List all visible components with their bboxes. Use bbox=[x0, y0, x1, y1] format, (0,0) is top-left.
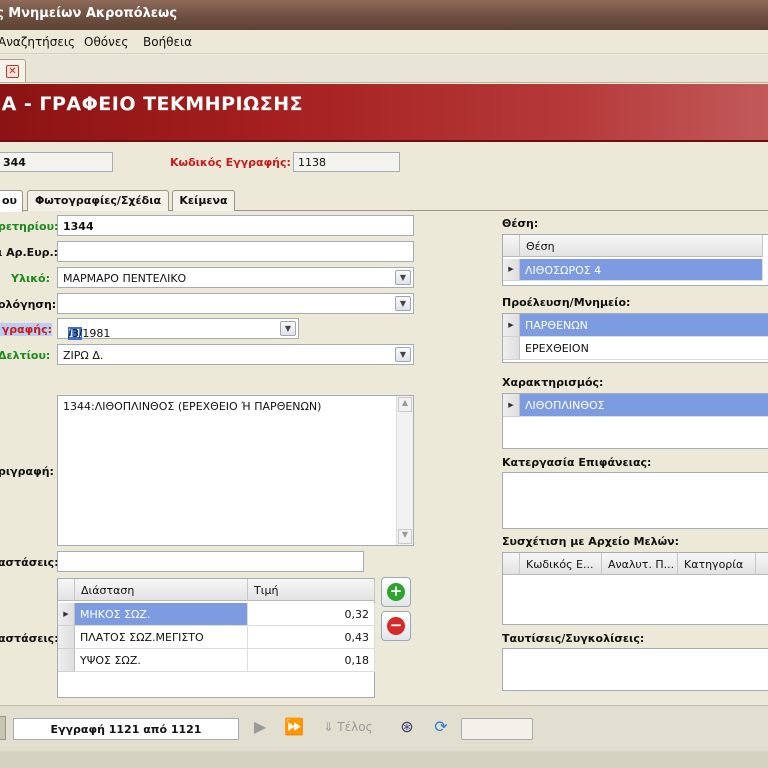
table-cell-value[interactable]: 0,43 bbox=[248, 626, 375, 649]
next-icon[interactable]: ▶ bbox=[247, 716, 273, 740]
column-header-position[interactable]: Θέση bbox=[520, 235, 763, 257]
arrow-down-icon: ⇓ bbox=[323, 720, 334, 734]
description-scrollbar[interactable]: ▲ ▼ bbox=[396, 396, 413, 545]
table-row[interactable]: ΥΨΟΣ ΣΩΖ. bbox=[75, 649, 248, 672]
calendar-dropdown-icon[interactable]: ▼ bbox=[280, 321, 296, 336]
list-item[interactable]: ΕΡΕΧΘΕΙΟΝ bbox=[520, 337, 768, 360]
grid-corner bbox=[503, 235, 520, 257]
surface-label: Κατεργασία Επιφάνειας: bbox=[502, 456, 652, 469]
character-label: Χαρακτηρισμός: bbox=[502, 376, 604, 389]
tab-general[interactable]: ου bbox=[0, 190, 23, 212]
previous-button[interactable] bbox=[0, 716, 6, 740]
archive-grid[interactable]: Κωδικός Ε... Αναλυτ. Π... Κατηγορία bbox=[502, 552, 768, 625]
grid-corner bbox=[58, 579, 75, 601]
origin-label: Προέλευση/Μνημείο: bbox=[502, 296, 631, 309]
card-author-label: Δελτίου: bbox=[0, 349, 51, 362]
binoculars-icon[interactable]: ⊛ bbox=[394, 716, 420, 740]
registry-label: ρετηρίου: bbox=[0, 220, 59, 233]
status-field bbox=[461, 718, 533, 740]
material-select[interactable]: ΜΑΡΜΑΡΟ ΠΕΝΤΕΛΙΚΟ ▼ bbox=[57, 267, 414, 288]
scroll-down-icon[interactable]: ▼ bbox=[398, 529, 412, 544]
position-grid[interactable]: Θέση ▶ ΛΙΘΟΣΩΡΟΣ 4 bbox=[502, 234, 768, 286]
record-counter: Εγγραφή 1121 από 1121 bbox=[13, 718, 239, 740]
remove-dimension-button[interactable]: − bbox=[381, 611, 411, 641]
row-indicator[interactable] bbox=[503, 337, 520, 360]
position-label: Θέση: bbox=[502, 217, 539, 230]
record-number-field[interactable]: 344 bbox=[0, 152, 113, 172]
menu-search[interactable]: Αναζητήσεις bbox=[0, 35, 75, 49]
identifications-label: Ταυτίσεις/Συγκολίσεις: bbox=[502, 632, 645, 645]
dimensions-grid[interactable]: Διάσταση Τιμή ▶ ΜΗΚΟΣ ΣΩΖ. 0,32 ΠΛΑΤΟΣ Σ… bbox=[57, 578, 375, 698]
dating-label: ολόγηση: bbox=[0, 298, 57, 311]
other-number-input[interactable] bbox=[57, 241, 414, 262]
row-indicator[interactable] bbox=[58, 649, 75, 672]
record-code-label: Κωδικός Εγγραφής: bbox=[170, 156, 291, 169]
column-header-dimension[interactable]: Διάσταση bbox=[75, 579, 248, 601]
grid-corner bbox=[503, 553, 520, 575]
add-dimension-button[interactable]: + bbox=[381, 577, 411, 607]
close-icon[interactable]: ✕ bbox=[6, 65, 19, 78]
registration-date-picker[interactable]: 11/3/1981 ▼ bbox=[57, 318, 299, 340]
menu-help[interactable]: Βοήθεια bbox=[143, 35, 192, 49]
description-label: ριγραφή: bbox=[0, 465, 54, 478]
dimensions-text-label: αστάσεις: bbox=[0, 556, 59, 569]
table-row[interactable]: ΛΙΘΟΣΩΡΟΣ 4 bbox=[520, 259, 763, 281]
tab-photos-drawings[interactable]: Φωτογραφίες/Σχέδια bbox=[27, 190, 169, 211]
surface-list[interactable] bbox=[502, 472, 768, 529]
origin-list[interactable]: ▶ ΠΑΡΘΕΝΩΝ ΕΡΕΧΘΕΙΟΝ bbox=[502, 313, 768, 363]
chevron-down-icon[interactable]: ▼ bbox=[395, 347, 411, 362]
dating-select[interactable]: ▼ bbox=[57, 293, 414, 314]
current-row-icon[interactable]: ▶ bbox=[503, 259, 520, 281]
record-code-field[interactable]: 1138 bbox=[293, 152, 400, 172]
chevron-down-icon[interactable]: ▼ bbox=[395, 270, 411, 285]
window-title-bar: ς Μνημείων Ακροπόλεως bbox=[0, 0, 768, 30]
minus-icon: − bbox=[387, 617, 405, 635]
card-author-select[interactable]: ΖΙΡΩ Δ. ▼ bbox=[57, 344, 414, 365]
list-item[interactable]: ΠΑΡΘΕΝΩΝ bbox=[520, 314, 768, 337]
last-record-button[interactable]: ⇓ Τέλος bbox=[313, 716, 383, 740]
chevron-down-icon[interactable]: ▼ bbox=[395, 296, 411, 311]
record-navigator: Εγγραφή 1121 από 1121 ▶ ⏩ ⇓ Τέλος ⊛ ⟳ bbox=[0, 705, 768, 751]
scroll-up-icon[interactable]: ▲ bbox=[398, 397, 412, 412]
refresh-icon[interactable]: ⟳ bbox=[428, 716, 454, 740]
character-list[interactable]: ▶ ΛΙΘΟΠΛΙΝΘΟΣ bbox=[502, 393, 768, 449]
window-title: ς Μνημείων Ακροπόλεως bbox=[0, 6, 178, 21]
menu-bar: Αναζητήσεις Οθόνες Βοήθεια bbox=[0, 30, 768, 54]
menu-screens[interactable]: Οθόνες bbox=[84, 35, 128, 49]
document-tab[interactable]: ✕ bbox=[0, 59, 26, 82]
fast-forward-icon[interactable]: ⏩ bbox=[280, 716, 308, 740]
column-header-analysis[interactable]: Αναλυτ. Π... bbox=[602, 553, 678, 575]
row-indicator[interactable] bbox=[58, 626, 75, 649]
registration-date-label: γραφής: bbox=[0, 323, 52, 336]
identifications-list[interactable] bbox=[502, 648, 768, 691]
tab-texts[interactable]: Κείμενα bbox=[172, 190, 235, 211]
plus-icon: + bbox=[387, 583, 405, 601]
other-number-label: ι Αρ.Ευρ.: bbox=[0, 246, 59, 259]
archive-label: Συσχέτιση με Αρχείο Μελών: bbox=[502, 535, 680, 548]
table-cell-value[interactable]: 0,32 bbox=[248, 603, 375, 626]
column-header-value[interactable]: Τιμή bbox=[248, 579, 375, 601]
dimensions-text-input[interactable] bbox=[57, 551, 364, 572]
dimensions-grid-label: αστάσεις: bbox=[0, 632, 59, 645]
column-header-code[interactable]: Κωδικός Ε... bbox=[520, 553, 602, 575]
status-strip bbox=[0, 751, 768, 768]
table-cell-value[interactable]: 0,18 bbox=[248, 649, 375, 672]
column-header-extra[interactable] bbox=[756, 553, 768, 575]
document-tab-strip: ✕ bbox=[0, 55, 768, 83]
table-row[interactable]: ΠΛΑΤΟΣ ΣΩΖ.ΜΕΓΙΣΤΟ bbox=[75, 626, 248, 649]
material-label: Υλικό: bbox=[11, 272, 50, 285]
current-row-icon[interactable]: ▶ bbox=[503, 394, 520, 417]
registry-input[interactable]: 1344 bbox=[57, 215, 414, 236]
description-textarea[interactable]: 1344:ΛΙΘΟΠΛΙΝΘΟΣ (ΕΡΕΧΘΕΙΟ Ή ΠΑΡΘΕΝΩΝ) ▲… bbox=[57, 395, 414, 546]
column-header-category[interactable]: Κατηγορία bbox=[678, 553, 756, 575]
banner-title: ΙΑ - ΓΡΑΦΕΙΟ ΤΕΚΜΗΡΙΩΣΗΣ bbox=[0, 93, 304, 115]
current-row-icon[interactable]: ▶ bbox=[503, 314, 520, 337]
table-row[interactable]: ΜΗΚΟΣ ΣΩΖ. bbox=[75, 603, 248, 626]
current-row-icon[interactable]: ▶ bbox=[58, 603, 75, 626]
header-banner: ΙΑ - ΓΡΑΦΕΙΟ ΤΕΚΜΗΡΙΩΣΗΣ bbox=[0, 84, 768, 142]
list-item[interactable]: ΛΙΘΟΠΛΙΝΘΟΣ bbox=[520, 394, 768, 417]
